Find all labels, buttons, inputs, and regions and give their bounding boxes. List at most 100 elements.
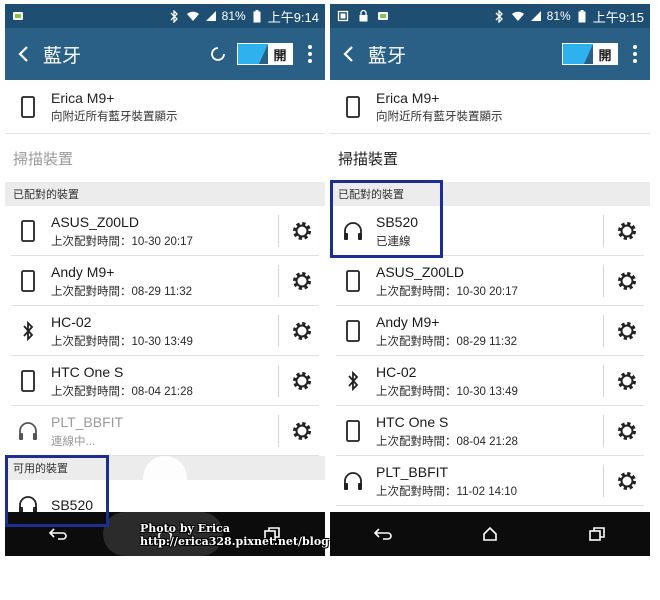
device-settings-button[interactable] <box>604 320 650 342</box>
phone-icon <box>330 95 376 118</box>
device-settings-button[interactable] <box>604 370 650 392</box>
bluetooth-toggle[interactable]: 開 <box>237 43 293 65</box>
toggle-label: 開 <box>268 44 292 64</box>
bluetooth-status-icon <box>493 9 507 23</box>
toggle-on-indicator <box>238 44 268 64</box>
headphones-icon <box>330 220 376 242</box>
toggle-on-indicator <box>563 44 593 64</box>
device-settings-button[interactable] <box>279 320 325 342</box>
device-name: PLT_BBFIT <box>51 413 124 430</box>
phone-icon <box>330 420 376 442</box>
gear-icon <box>618 322 636 340</box>
phone-icon <box>5 95 51 118</box>
device-status: 上次配對時間：08-04 21:28 <box>51 385 193 398</box>
settings-content: Erica M9+ 向附近所有藍牙裝置顯示 掃描裝置 已配對的裝置 SB520 已… <box>330 80 650 506</box>
device-settings-button[interactable] <box>279 270 325 292</box>
status-bar: 81% 上午9:14 <box>5 4 325 28</box>
clock: 上午9:15 <box>592 9 644 25</box>
toggle-label: 開 <box>593 44 617 64</box>
device-name: SB520 <box>51 497 94 513</box>
device-name: HTC One S <box>51 363 124 380</box>
paired-device-item[interactable]: HTC One S 上次配對時間：08-04 21:28 <box>5 356 325 406</box>
scan-devices-button[interactable]: 掃描裝置 <box>5 134 325 182</box>
back-button[interactable] <box>330 28 366 80</box>
battery-icon <box>250 9 264 23</box>
device-settings-button[interactable] <box>604 270 650 292</box>
back-arrow-icon <box>18 46 28 62</box>
phone-icon <box>5 270 51 292</box>
scan-devices-button[interactable]: 掃描裝置 <box>330 134 650 182</box>
device-settings-button[interactable] <box>604 220 650 242</box>
back-button[interactable] <box>5 28 41 80</box>
phone-icon <box>5 370 51 392</box>
device-settings-button[interactable] <box>604 470 650 492</box>
battery-percent: 81% <box>546 9 571 23</box>
device-status: 上次配對時間：11-02 14:10 <box>376 485 518 498</box>
paired-device-item[interactable]: PLT_BBFIT 連線中... <box>5 406 325 456</box>
this-device-name: Erica M9+ <box>376 89 440 106</box>
signal-icon <box>204 9 218 23</box>
overflow-menu-button[interactable] <box>303 39 317 69</box>
home-icon <box>483 527 497 541</box>
paired-device-item[interactable]: HC-02 上次配對時間：10-30 13:49 <box>5 306 325 356</box>
paired-device-item[interactable]: Andy M9+ 上次配對時間：08-29 11:32 <box>330 306 650 356</box>
device-status: 上次配對時間：10-30 20:17 <box>51 235 193 248</box>
device-name: HC-02 <box>51 313 92 330</box>
visibility-text: 向附近所有藍牙裝置顯示 <box>376 110 503 123</box>
device-status: 上次配對時間：08-29 11:32 <box>376 335 518 348</box>
device-settings-button[interactable] <box>604 420 650 442</box>
gear-icon <box>618 422 636 440</box>
gear-icon <box>293 322 311 340</box>
this-device-row[interactable]: Erica M9+ 向附近所有藍牙裝置顯示 <box>330 80 650 134</box>
device-name: HTC One S <box>376 413 449 430</box>
navigation-bar <box>330 512 650 556</box>
back-arrow-icon <box>343 46 353 62</box>
nav-home-button[interactable] <box>460 512 520 556</box>
gear-icon <box>618 372 636 390</box>
clock: 上午9:14 <box>267 9 319 25</box>
device-status: 連線中... <box>51 435 96 448</box>
device-status: 上次配對時間：10-30 13:49 <box>376 385 518 398</box>
paired-device-item[interactable]: SB520 已連線 <box>330 206 650 256</box>
paired-device-item[interactable]: ASUS_Z00LD 上次配對時間：10-30 20:17 <box>5 206 325 256</box>
back-nav-icon <box>374 528 393 540</box>
device-name: SB520 <box>376 213 419 230</box>
page-title: 藍牙 <box>43 45 82 67</box>
this-device-row[interactable]: Erica M9+ 向附近所有藍牙裝置顯示 <box>5 80 325 134</box>
nav-recents-button[interactable] <box>567 512 627 556</box>
touch-indicator <box>143 456 187 500</box>
status-bar: 81% 上午9:15 <box>330 4 650 28</box>
battery-icon <box>575 9 589 23</box>
overflow-menu-button[interactable] <box>628 39 642 69</box>
watermark-line: Photo by Erica <box>140 522 230 535</box>
paired-device-item[interactable]: Andy M9+ 上次配對時間：08-29 11:32 <box>5 256 325 306</box>
recents-icon <box>588 527 605 541</box>
phone-icon <box>330 270 376 292</box>
paired-devices-header: 已配對的裝置 <box>330 182 650 206</box>
paired-device-item[interactable]: HTC One S 上次配對時間：08-04 21:28 <box>330 406 650 456</box>
gear-icon <box>618 272 636 290</box>
device-settings-button[interactable] <box>279 220 325 242</box>
back-nav-icon <box>49 528 68 540</box>
watermark-url: http://erica328.pixnet.net/blog <box>140 535 329 548</box>
paired-device-item[interactable]: HC-02 上次配對時間：10-30 13:49 <box>330 356 650 406</box>
notification-icon <box>11 9 25 23</box>
nav-back-button[interactable] <box>28 512 88 556</box>
device-name: ASUS_Z00LD <box>51 213 139 230</box>
bluetooth-toggle[interactable]: 開 <box>562 43 618 65</box>
nav-back-button[interactable] <box>353 512 413 556</box>
device-settings-button[interactable] <box>279 420 325 442</box>
signal-icon <box>529 9 543 23</box>
device-status: 上次配對時間：08-04 21:28 <box>376 435 518 448</box>
device-name: Andy M9+ <box>376 313 440 330</box>
device-name: ASUS_Z00LD <box>376 263 464 280</box>
device-settings-button[interactable] <box>279 370 325 392</box>
gear-icon <box>293 222 311 240</box>
phone-icon <box>330 320 376 342</box>
more-vert-icon <box>308 45 312 63</box>
paired-device-item[interactable]: PLT_BBFIT 上次配對時間：11-02 14:10 <box>330 456 650 506</box>
wifi-icon <box>511 9 525 23</box>
screenshot-icon <box>336 9 350 23</box>
paired-device-item[interactable]: ASUS_Z00LD 上次配對時間：10-30 20:17 <box>330 256 650 306</box>
wifi-icon <box>186 9 200 23</box>
